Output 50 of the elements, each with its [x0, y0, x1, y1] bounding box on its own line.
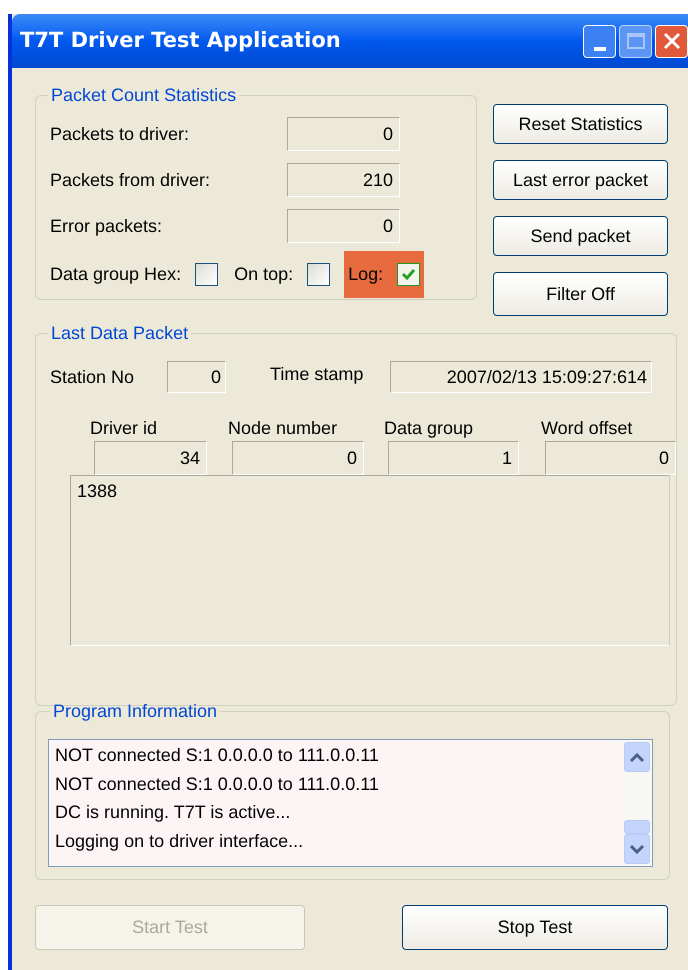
text-field[interactable]: 0 — [232, 441, 364, 475]
close-button[interactable] — [655, 24, 688, 58]
maximize-button[interactable] — [619, 24, 652, 58]
text-field[interactable]: 0 — [287, 117, 400, 151]
group-title: Packet Count Statistics — [50, 84, 238, 107]
text-field[interactable]: 0 — [167, 361, 226, 393]
checkbox[interactable] — [307, 263, 330, 286]
maximize-icon — [626, 33, 644, 49]
push-button[interactable]: Reset Statistics — [493, 104, 668, 144]
column-label: Word offset — [541, 417, 634, 439]
text-field[interactable]: 0 — [545, 441, 676, 475]
field-label: Time stamp — [270, 362, 364, 386]
checkbox[interactable] — [397, 263, 420, 286]
checkbox-label: Data group Hex: — [50, 263, 182, 286]
field-label: Packets from driver: — [50, 168, 212, 192]
scroll-down-button[interactable] — [624, 834, 650, 864]
log-line: NOT connected S:1 0.0.0.0 to 111.0.0.11 — [55, 772, 379, 796]
push-button[interactable]: Last error packet — [493, 160, 668, 200]
checkbox-label: On top: — [234, 263, 294, 286]
scroll-up-button[interactable] — [624, 742, 650, 772]
log-line: DC is running. T7T is active... — [55, 801, 290, 824]
column-label: Driver id — [90, 417, 158, 439]
field-label: Error packets: — [50, 214, 164, 238]
data-text-area[interactable]: 1388 — [70, 475, 670, 646]
scrollbar[interactable] — [622, 740, 652, 866]
log-line: NOT connected S:1 0.0.0.0 to 111.0.0.11 — [55, 744, 379, 767]
log-list[interactable]: NOT connected S:1 0.0.0.0 to 111.0.0.11 NOT connected S:1 0.0.0.0 to 111.0.0.11 DC is running. T7T is active... Logging on to driver interface... — [48, 739, 653, 867]
window-title: T7T Driver Test Application — [20, 27, 341, 54]
field-label: Station No — [50, 366, 136, 388]
column-label: Data group — [384, 417, 474, 439]
text-field[interactable]: 0 — [287, 209, 400, 243]
check-icon — [402, 269, 416, 280]
text-field[interactable]: 2007/02/13 15:09:27:614 — [390, 361, 652, 393]
push-button[interactable]: Stop Test — [402, 905, 668, 950]
text-field[interactable]: 1 — [388, 441, 519, 475]
minimize-button[interactable] — [583, 24, 616, 58]
text-field[interactable]: 34 — [94, 441, 207, 475]
text-field[interactable]: 210 — [287, 163, 400, 197]
column-label: Node number — [228, 417, 338, 439]
scroll-thumb[interactable] — [624, 820, 650, 834]
push-button[interactable]: Send packet — [493, 216, 668, 256]
close-icon — [662, 32, 680, 50]
minimize-icon — [594, 46, 606, 50]
group-title: Last Data Packet — [50, 322, 190, 345]
push-button[interactable]: Filter Off — [493, 272, 668, 316]
checkbox[interactable] — [195, 263, 218, 286]
field-label: Packets to driver: — [50, 122, 190, 146]
checkbox-label: Log: — [348, 263, 384, 286]
log-line: Logging on to driver interface... — [55, 830, 304, 853]
group-title: Program Information — [52, 700, 218, 723]
